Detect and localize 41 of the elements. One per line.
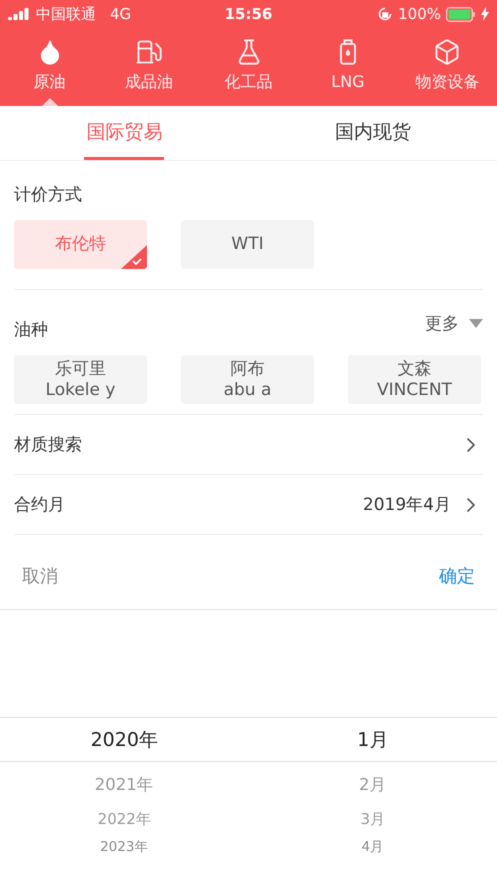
selection-pointer — [42, 98, 58, 106]
signal-icon — [8, 8, 30, 20]
category-tab[interactable]: 成品油 — [99, 28, 199, 106]
row-value: 2019年4月 — [362, 494, 451, 516]
battery-icon — [446, 6, 476, 22]
picker-option[interactable]: 3月 — [360, 802, 386, 836]
rotation-lock-icon — [377, 6, 394, 22]
battery-percent: 100% — [398, 5, 441, 23]
picker-option[interactable]: 2022年 — [98, 802, 151, 836]
section-title: 计价方式 — [14, 184, 82, 206]
oil-type-option[interactable]: 阿布 abu a — [181, 355, 314, 404]
row-label: 材质搜索 — [14, 434, 82, 456]
picker-option[interactable]: 4月 — [361, 836, 384, 858]
category-tab[interactable]: 化工品 — [198, 28, 298, 106]
picker-option[interactable]: 2020年 — [90, 718, 158, 762]
network-type: 4G — [110, 5, 132, 23]
cancel-button[interactable]: 取消 — [22, 564, 58, 588]
section-title: 油种 — [14, 319, 48, 341]
row-label: 合约月 — [14, 494, 65, 516]
picker-option[interactable]: 2021年 — [94, 762, 154, 802]
more-dropdown[interactable]: 更多 — [425, 312, 483, 335]
pricing-option[interactable]: WTI — [181, 220, 314, 269]
category-tab[interactable]: 物资设备 — [398, 28, 497, 106]
box-icon — [433, 38, 462, 66]
check-corner-icon — [121, 245, 147, 269]
oil-type-option[interactable]: 文森 VINCENT — [348, 355, 481, 404]
charging-bolt-icon — [481, 7, 489, 21]
confirm-button[interactable]: 确定 — [439, 564, 475, 588]
market-tab[interactable]: 国内现货 — [332, 106, 413, 160]
carrier-name: 中国联通 — [36, 4, 96, 24]
market-tab[interactable]: 国际贸易 — [84, 106, 164, 160]
oil-type-option[interactable]: 乐可里 Lokele y — [14, 355, 147, 404]
category-tab[interactable]: 原油 — [0, 28, 100, 106]
picker-option[interactable]: 2月 — [359, 762, 386, 802]
caret-icon — [469, 319, 483, 328]
category-tab[interactable]: LNG — [298, 28, 398, 106]
clock-time: 15:56 — [224, 5, 272, 23]
pricing-option[interactable]: 布伦特 — [14, 220, 147, 269]
fuel-pump-icon — [135, 38, 164, 66]
picker-option[interactable]: 2023年 — [100, 836, 148, 858]
picker-option[interactable]: 1月 — [357, 718, 388, 762]
